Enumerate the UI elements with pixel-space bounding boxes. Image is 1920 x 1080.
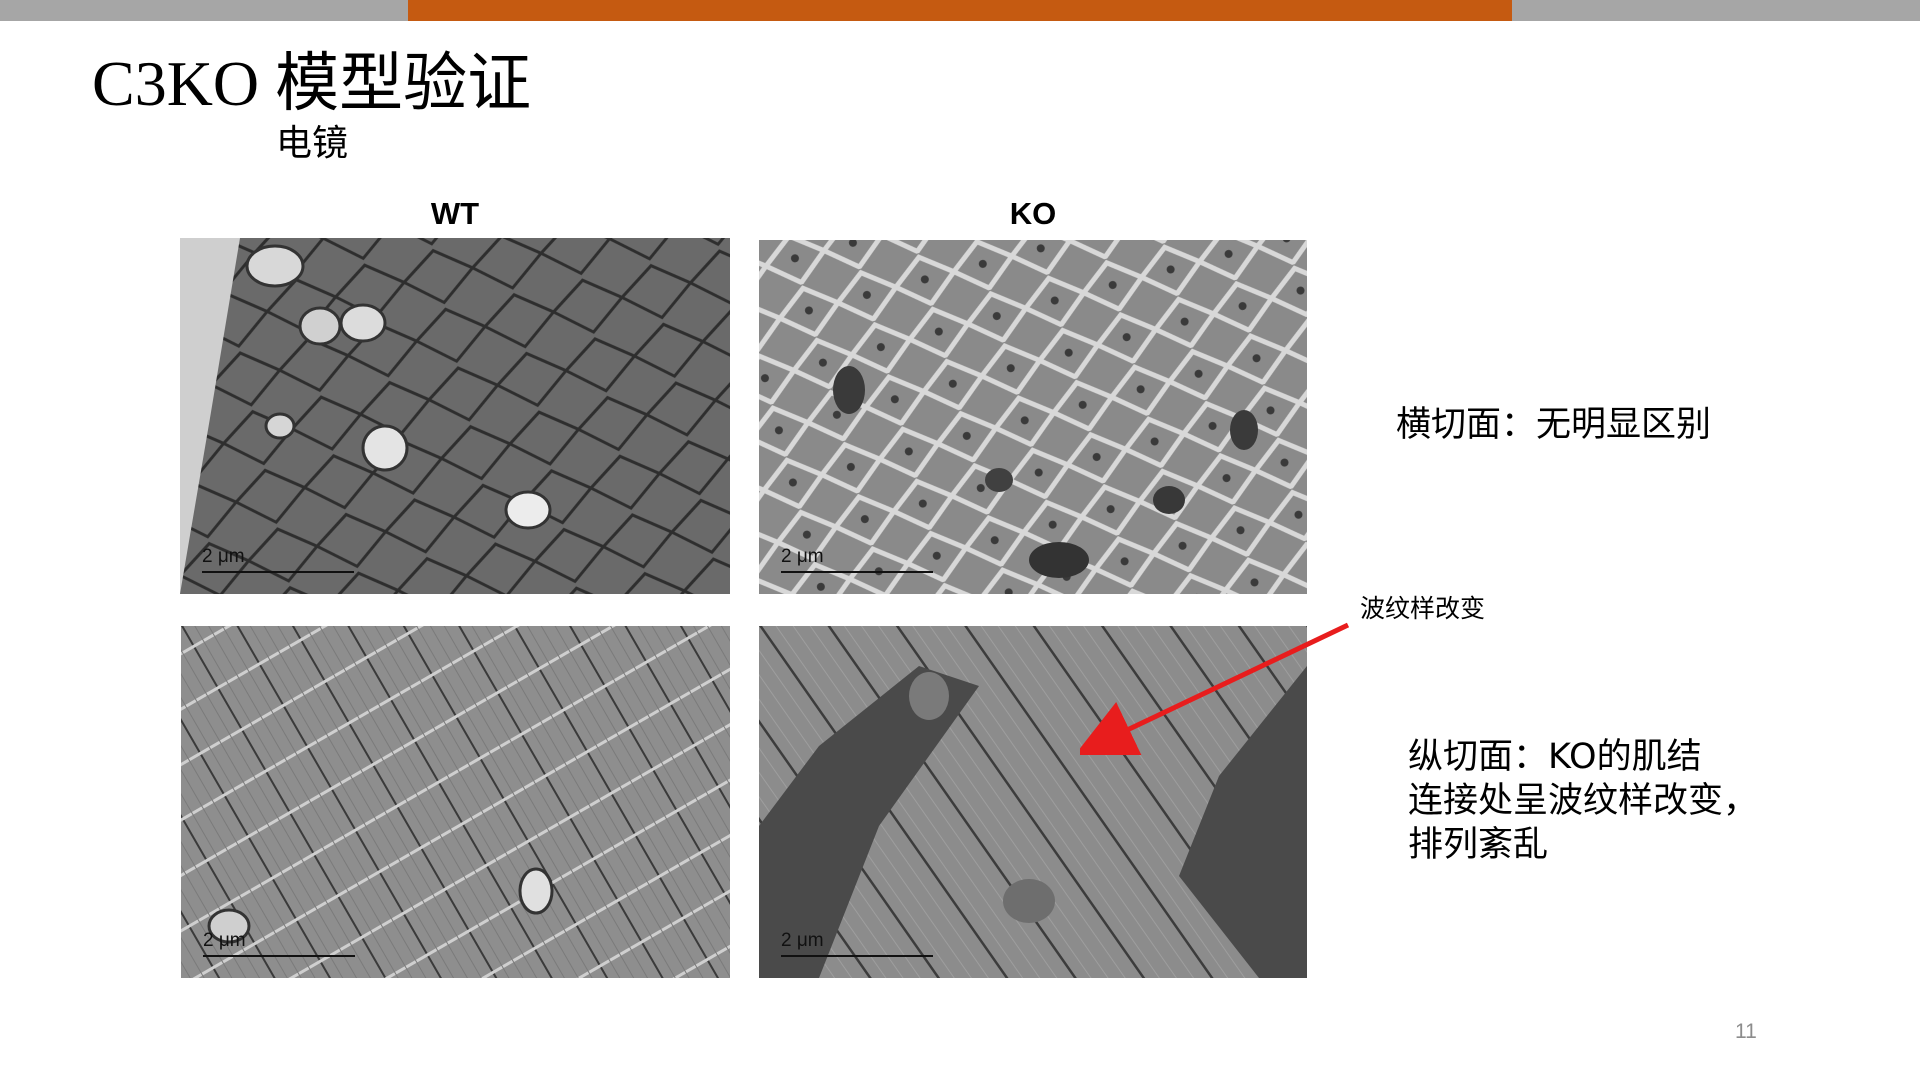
column-label-wt: WT xyxy=(430,196,480,231)
scale-bar xyxy=(203,955,355,957)
longitudinal-note-line-2: 连接处呈波纹样改变， xyxy=(1408,781,1759,821)
red-arrow-icon xyxy=(1080,622,1350,755)
scale-bar-label: 2 μm xyxy=(202,546,245,567)
micrograph-wt-cross: 2 μm xyxy=(180,238,730,594)
page-number: 11 xyxy=(1735,1020,1757,1043)
cross-section-note: 横切面：无明显区别 xyxy=(1396,405,1712,445)
scale-bar xyxy=(781,955,933,957)
scale-bar xyxy=(202,571,354,573)
slide-subtitle: 电镜 xyxy=(276,123,349,164)
micrograph-wt-longitudinal: 2 μm xyxy=(181,626,730,978)
scale-bar xyxy=(781,571,933,573)
longitudinal-note-line-3: 排列紊乱 xyxy=(1408,825,1549,865)
longitudinal-section-note: 纵切面：KO的肌结 连接处呈波纹样改变， 排列紊乱 xyxy=(1408,735,1758,867)
scale-bar-label: 2 μm xyxy=(781,546,824,567)
micrograph-ko-cross: 2 μm xyxy=(759,240,1307,594)
longitudinal-note-line-1: 纵切面：KO的肌结 xyxy=(1408,737,1702,777)
scale-bar-label: 2 μm xyxy=(781,930,824,951)
column-label-ko: KO xyxy=(1009,196,1057,231)
wave-change-label: 波纹样改变 xyxy=(1360,594,1486,623)
scale-bar-label: 2 μm xyxy=(203,930,246,951)
top-bar-accent xyxy=(408,0,1512,21)
slide-title: C3KO 模型验证 xyxy=(92,48,532,119)
